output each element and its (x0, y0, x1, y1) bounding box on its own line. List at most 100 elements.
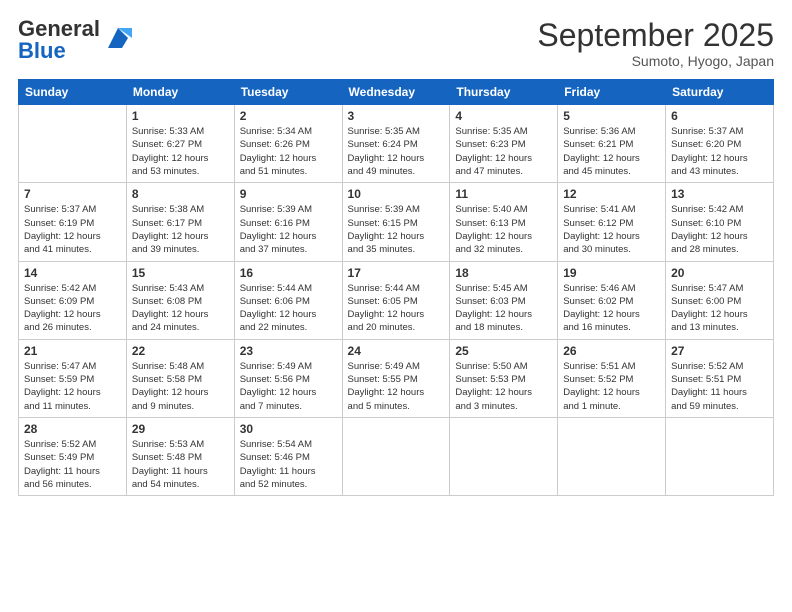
day-number: 29 (132, 422, 229, 436)
calendar-cell: 2Sunrise: 5:34 AM Sunset: 6:26 PM Daylig… (234, 105, 342, 183)
day-number: 23 (240, 344, 337, 358)
calendar-week-0: 1Sunrise: 5:33 AM Sunset: 6:27 PM Daylig… (19, 105, 774, 183)
calendar-cell: 22 Sunrise: 5:48 AM Sunset: 5:58 PM Dayli… (126, 339, 234, 417)
location: Sumoto, Hyogo, Japan (537, 53, 774, 69)
calendar-cell: 11 Sunrise: 5:40 AM Sunset: 6:13 PM Dayli… (450, 183, 558, 261)
day-info: Sunrise: 5:43 AM Sunset: 6:08 PM Dayligh… (132, 282, 229, 335)
weekday-header-tuesday: Tuesday (234, 80, 342, 105)
day-info: Sunrise: 5:39 AM Sunset: 6:15 PM Dayligh… (348, 203, 445, 256)
day-number: 11 (455, 187, 552, 201)
title-block: September 2025 Sumoto, Hyogo, Japan (537, 18, 774, 69)
day-number: 7 (24, 187, 121, 201)
day-number: 25 (455, 344, 552, 358)
day-number: 1 (132, 109, 229, 123)
day-info: Sunrise: 5:51 AM Sunset: 5:52 PM Dayligh… (563, 360, 660, 413)
calendar-cell: 24Sunrise: 5:49 AM Sunset: 5:55 PM Dayli… (342, 339, 450, 417)
calendar-cell: 15 Sunrise: 5:43 AM Sunset: 6:08 PM Dayli… (126, 261, 234, 339)
calendar-cell: 20 Sunrise: 5:47 AM Sunset: 6:00 PM Dayli… (666, 261, 774, 339)
weekday-header-thursday: Thursday (450, 80, 558, 105)
day-number: 24 (348, 344, 445, 358)
page-header: General Blue September 2025 Sumoto, Hyog… (18, 18, 774, 69)
day-info: Sunrise: 5:52 AM Sunset: 5:49 PM Dayligh… (24, 438, 121, 491)
calendar-week-2: 14 Sunrise: 5:42 AM Sunset: 6:09 PM Dayli… (19, 261, 774, 339)
calendar-cell: 29 Sunrise: 5:53 AM Sunset: 5:48 PM Dayli… (126, 417, 234, 495)
day-number: 21 (24, 344, 121, 358)
calendar-week-3: 21 Sunrise: 5:47 AM Sunset: 5:59 PM Dayli… (19, 339, 774, 417)
day-info: Sunrise: 5:52 AM Sunset: 5:51 PM Dayligh… (671, 360, 768, 413)
day-info: Sunrise: 5:37 AM Sunset: 6:20 PM Dayligh… (671, 125, 768, 178)
day-info: Sunrise: 5:36 AM Sunset: 6:21 PM Dayligh… (563, 125, 660, 178)
day-number: 9 (240, 187, 337, 201)
day-number: 6 (671, 109, 768, 123)
day-info: Sunrise: 5:41 AM Sunset: 6:12 PM Dayligh… (563, 203, 660, 256)
calendar-cell: 5 Sunrise: 5:36 AM Sunset: 6:21 PM Daylig… (558, 105, 666, 183)
calendar-cell: 28 Sunrise: 5:52 AM Sunset: 5:49 PM Dayli… (19, 417, 127, 495)
day-info: Sunrise: 5:44 AM Sunset: 6:06 PM Dayligh… (240, 282, 337, 335)
calendar-cell: 16 Sunrise: 5:44 AM Sunset: 6:06 PM Dayli… (234, 261, 342, 339)
day-number: 17 (348, 266, 445, 280)
logo: General Blue (18, 18, 132, 62)
month-title: September 2025 (537, 18, 774, 53)
day-number: 4 (455, 109, 552, 123)
calendar-cell: 7 Sunrise: 5:37 AM Sunset: 6:19 PM Daylig… (19, 183, 127, 261)
day-info: Sunrise: 5:54 AM Sunset: 5:46 PM Dayligh… (240, 438, 337, 491)
calendar-cell (450, 417, 558, 495)
day-number: 20 (671, 266, 768, 280)
day-info: Sunrise: 5:47 AM Sunset: 6:00 PM Dayligh… (671, 282, 768, 335)
day-info: Sunrise: 5:35 AM Sunset: 6:23 PM Dayligh… (455, 125, 552, 178)
logo-icon (104, 24, 132, 52)
calendar-cell: 10 Sunrise: 5:39 AM Sunset: 6:15 PM Dayli… (342, 183, 450, 261)
day-number: 2 (240, 109, 337, 123)
day-info: Sunrise: 5:50 AM Sunset: 5:53 PM Dayligh… (455, 360, 552, 413)
day-info: Sunrise: 5:53 AM Sunset: 5:48 PM Dayligh… (132, 438, 229, 491)
calendar-week-4: 28 Sunrise: 5:52 AM Sunset: 5:49 PM Dayli… (19, 417, 774, 495)
weekday-header-friday: Friday (558, 80, 666, 105)
calendar-cell: 14 Sunrise: 5:42 AM Sunset: 6:09 PM Dayli… (19, 261, 127, 339)
day-number: 14 (24, 266, 121, 280)
calendar-cell: 8 Sunrise: 5:38 AM Sunset: 6:17 PM Daylig… (126, 183, 234, 261)
calendar-cell: 6 Sunrise: 5:37 AM Sunset: 6:20 PM Daylig… (666, 105, 774, 183)
calendar-cell: 4 Sunrise: 5:35 AM Sunset: 6:23 PM Daylig… (450, 105, 558, 183)
day-info: Sunrise: 5:45 AM Sunset: 6:03 PM Dayligh… (455, 282, 552, 335)
calendar-table: SundayMondayTuesdayWednesdayThursdayFrid… (18, 79, 774, 496)
day-number: 13 (671, 187, 768, 201)
day-number: 26 (563, 344, 660, 358)
day-number: 28 (24, 422, 121, 436)
day-number: 16 (240, 266, 337, 280)
day-info: Sunrise: 5:47 AM Sunset: 5:59 PM Dayligh… (24, 360, 121, 413)
day-number: 5 (563, 109, 660, 123)
day-info: Sunrise: 5:37 AM Sunset: 6:19 PM Dayligh… (24, 203, 121, 256)
day-number: 3 (348, 109, 445, 123)
day-info: Sunrise: 5:44 AM Sunset: 6:05 PM Dayligh… (348, 282, 445, 335)
day-number: 15 (132, 266, 229, 280)
weekday-header-wednesday: Wednesday (342, 80, 450, 105)
logo-blue: Blue (18, 40, 100, 62)
day-number: 10 (348, 187, 445, 201)
calendar-cell: 12 Sunrise: 5:41 AM Sunset: 6:12 PM Dayli… (558, 183, 666, 261)
day-number: 12 (563, 187, 660, 201)
calendar-cell: 3Sunrise: 5:35 AM Sunset: 6:24 PM Daylig… (342, 105, 450, 183)
calendar-cell: 30 Sunrise: 5:54 AM Sunset: 5:46 PM Dayli… (234, 417, 342, 495)
weekday-header-row: SundayMondayTuesdayWednesdayThursdayFrid… (19, 80, 774, 105)
calendar-cell: 9 Sunrise: 5:39 AM Sunset: 6:16 PM Daylig… (234, 183, 342, 261)
calendar-cell (558, 417, 666, 495)
calendar-cell: 19Sunrise: 5:46 AM Sunset: 6:02 PM Dayli… (558, 261, 666, 339)
calendar-cell (666, 417, 774, 495)
day-info: Sunrise: 5:40 AM Sunset: 6:13 PM Dayligh… (455, 203, 552, 256)
calendar-cell: 17 Sunrise: 5:44 AM Sunset: 6:05 PM Dayli… (342, 261, 450, 339)
day-info: Sunrise: 5:42 AM Sunset: 6:09 PM Dayligh… (24, 282, 121, 335)
day-info: Sunrise: 5:38 AM Sunset: 6:17 PM Dayligh… (132, 203, 229, 256)
day-info: Sunrise: 5:39 AM Sunset: 6:16 PM Dayligh… (240, 203, 337, 256)
calendar-cell: 26 Sunrise: 5:51 AM Sunset: 5:52 PM Dayli… (558, 339, 666, 417)
calendar-week-1: 7 Sunrise: 5:37 AM Sunset: 6:19 PM Daylig… (19, 183, 774, 261)
day-number: 22 (132, 344, 229, 358)
day-number: 19 (563, 266, 660, 280)
day-info: Sunrise: 5:48 AM Sunset: 5:58 PM Dayligh… (132, 360, 229, 413)
day-info: Sunrise: 5:42 AM Sunset: 6:10 PM Dayligh… (671, 203, 768, 256)
day-info: Sunrise: 5:49 AM Sunset: 5:56 PM Dayligh… (240, 360, 337, 413)
calendar-cell (342, 417, 450, 495)
day-number: 30 (240, 422, 337, 436)
weekday-header-monday: Monday (126, 80, 234, 105)
day-number: 8 (132, 187, 229, 201)
calendar-cell: 18Sunrise: 5:45 AM Sunset: 6:03 PM Dayli… (450, 261, 558, 339)
